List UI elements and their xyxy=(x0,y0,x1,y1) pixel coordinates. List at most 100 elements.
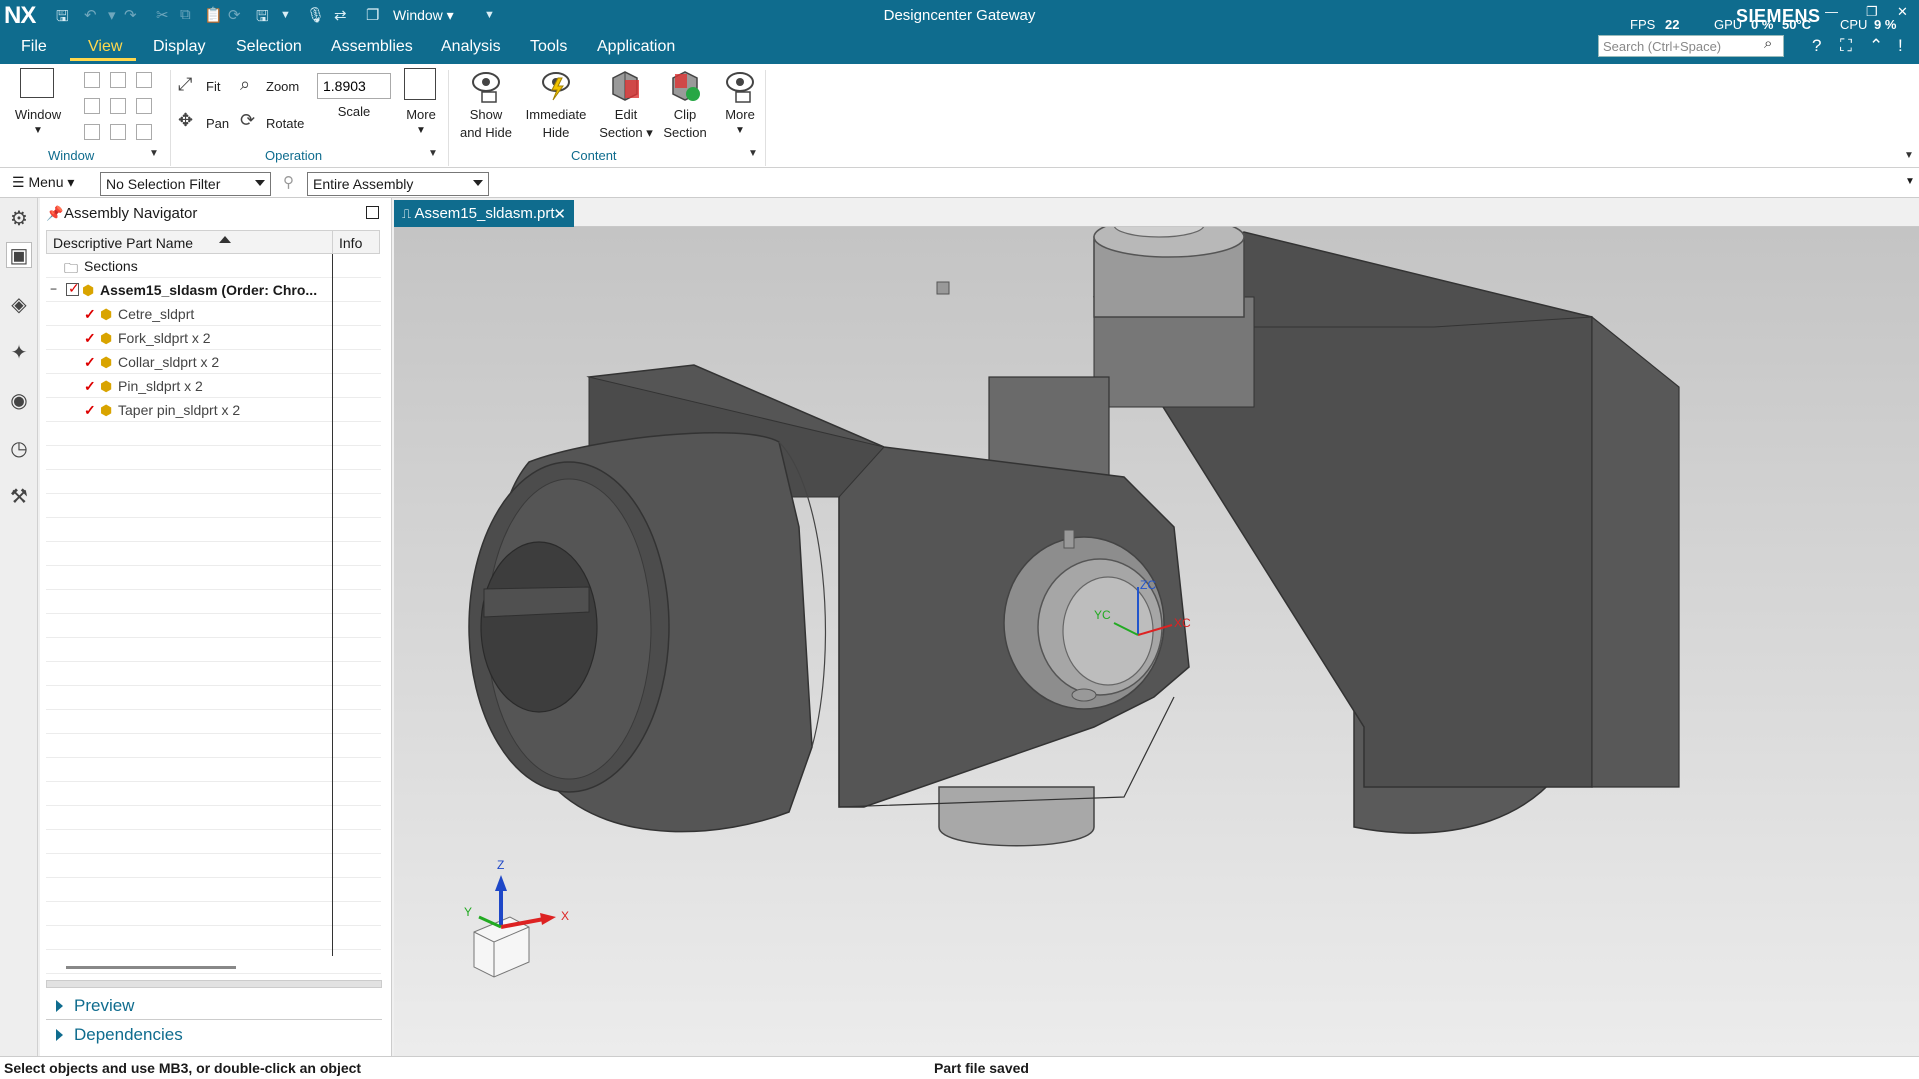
show-hide-label-1[interactable]: Show xyxy=(452,106,520,124)
selection-bar-options-icon[interactable]: ▼ xyxy=(1905,176,1915,187)
checkmark-icon[interactable]: ✓ xyxy=(84,354,96,371)
group-window-expand-icon[interactable]: ▼ xyxy=(149,148,159,159)
taper-pin[interactable] xyxy=(1063,529,1075,549)
menu-button[interactable]: ☰ Menu ▾ xyxy=(12,174,74,191)
more-content-dropdown-icon[interactable]: ▼ xyxy=(716,122,764,140)
tree-row-root-assembly[interactable]: − ✓ ⬢ Assem15_sldasm (Order: Chro... xyxy=(46,278,381,302)
undo-dropdown-icon[interactable]: ▾ xyxy=(108,6,116,24)
restore-icon[interactable]: ❐ xyxy=(1866,4,1878,20)
tree-row-part[interactable]: ✓ ⬢ Fork_sldprt x 2 xyxy=(46,326,381,350)
edit-section-label-2[interactable]: Section ▾ xyxy=(594,124,658,142)
checkmark-icon[interactable]: ✓ xyxy=(84,330,96,347)
bottom-collar[interactable] xyxy=(938,786,1095,847)
layout-split-vertical-icon[interactable] xyxy=(110,72,126,88)
window-menu[interactable]: Window ▾ xyxy=(393,7,454,24)
universal-joint-model[interactable]: ZC XC YC Z X Y xyxy=(394,227,1919,1056)
visibility-checkbox[interactable]: ✓ xyxy=(66,280,80,296)
touch-mode-icon[interactable]: ⇄ xyxy=(334,6,347,24)
repeat-icon[interactable]: ⟳ xyxy=(228,6,241,24)
horizontal-scrollbar[interactable] xyxy=(66,966,236,969)
tree-row-part[interactable]: ✓ ⬢ Taper pin_sldprt x 2 xyxy=(46,398,381,422)
quick-access-customize-icon[interactable]: ▼ xyxy=(484,9,495,21)
selection-filter-dropdown[interactable]: No Selection Filter xyxy=(100,172,271,196)
scale-input[interactable] xyxy=(317,73,391,99)
tree-row-part[interactable]: ✓ ⬢ Pin_sldprt x 2 xyxy=(46,374,381,398)
show-hide-icon[interactable] xyxy=(468,68,504,104)
menu-display[interactable]: Display xyxy=(153,38,205,56)
part-navigator-icon[interactable]: ◈ xyxy=(6,292,32,318)
pan-button[interactable]: Pan xyxy=(206,115,229,133)
save-as-icon[interactable]: 🖫 xyxy=(256,6,269,31)
column-header-name[interactable]: Descriptive Part Name xyxy=(46,230,333,254)
window-layout-icon[interactable] xyxy=(20,68,54,98)
menu-selection[interactable]: Selection xyxy=(236,38,302,56)
menu-view[interactable]: View xyxy=(88,38,122,56)
graphics-window[interactable]: ZC XC YC Z X Y xyxy=(394,227,1919,1056)
window-dropdown-icon[interactable]: ▼ xyxy=(8,122,68,140)
assembly-navigator-icon[interactable]: ▣ xyxy=(6,242,32,268)
minimize-icon[interactable]: — xyxy=(1825,4,1838,19)
redo-icon[interactable]: ↷ xyxy=(124,6,137,24)
settings-gear-icon[interactable]: ⚙ xyxy=(6,206,32,232)
web-browser-icon[interactable]: ◉ xyxy=(6,388,32,414)
layout-nine-icon[interactable] xyxy=(136,124,152,140)
undo-icon[interactable]: ↶ xyxy=(84,6,97,24)
roles-icon[interactable]: ⚒ xyxy=(6,484,32,510)
more-content-icon[interactable] xyxy=(722,68,758,104)
selection-scope-dropdown[interactable]: Entire Assembly xyxy=(307,172,489,196)
clip-section-label-1[interactable]: Clip xyxy=(656,106,714,124)
fit-icon[interactable]: ⤢ xyxy=(178,74,192,95)
collapse-ribbon-icon[interactable]: ⌃ xyxy=(1869,36,1883,56)
save-dropdown-icon[interactable]: ▼ xyxy=(280,9,291,21)
layout-three-icon[interactable] xyxy=(84,124,100,140)
tree-row-sections[interactable]: 🗀 Sections xyxy=(46,254,381,278)
menu-assemblies[interactable]: Assemblies xyxy=(331,38,413,56)
column-header-info[interactable]: Info xyxy=(332,230,380,254)
tree-row-part[interactable]: ✓ ⬢ Cetre_sldprt xyxy=(46,302,381,326)
preview-panel-toggle[interactable]: Preview xyxy=(46,992,382,1020)
command-search-input[interactable]: Search (Ctrl+Space) xyxy=(1598,35,1784,57)
search-icon[interactable]: ⌕ xyxy=(1764,35,1782,55)
column-divider[interactable] xyxy=(332,254,333,956)
filter-icon[interactable]: ⚲ xyxy=(283,173,294,191)
rotate-icon[interactable]: ⟳ xyxy=(240,110,255,131)
immediate-hide-label-1[interactable]: Immediate xyxy=(520,106,592,124)
paste-icon[interactable]: 📋 xyxy=(204,6,223,24)
pan-icon[interactable]: ✥ xyxy=(178,110,193,131)
navigator-splitter[interactable] xyxy=(46,980,382,988)
clip-section-icon[interactable] xyxy=(667,68,703,104)
fullscreen-icon[interactable]: ⛶ xyxy=(1840,36,1852,56)
checkmark-icon[interactable]: ✓ xyxy=(84,306,96,323)
menu-file[interactable]: File xyxy=(21,38,47,56)
group-content-expand-icon[interactable]: ▼ xyxy=(748,148,758,159)
show-hide-label-2[interactable]: and Hide xyxy=(452,124,520,142)
edit-section-icon[interactable] xyxy=(607,68,643,104)
document-tab[interactable]: ⎍ Assem15_sldasm.prt ✕ xyxy=(394,200,574,227)
ribbon-options-icon[interactable]: ▼ xyxy=(1904,150,1914,161)
layout-l-icon[interactable] xyxy=(84,98,100,114)
more-operation-icon[interactable] xyxy=(404,68,436,100)
view-triad[interactable]: Z X Y xyxy=(464,858,569,978)
fit-button[interactable]: Fit xyxy=(206,78,220,96)
layout-six-icon[interactable] xyxy=(110,124,126,140)
constraint-navigator-icon[interactable]: ✦ xyxy=(6,340,32,366)
group-operation-expand-icon[interactable]: ▼ xyxy=(428,148,438,159)
checkmark-icon[interactable]: ✓ xyxy=(84,402,96,419)
history-icon[interactable]: ◷ xyxy=(6,436,32,462)
clip-section-label-2[interactable]: Section xyxy=(656,124,714,142)
more-operation-dropdown-icon[interactable]: ▼ xyxy=(398,122,444,140)
close-tab-icon[interactable]: ✕ xyxy=(553,205,566,223)
immediate-hide-icon[interactable] xyxy=(538,68,574,104)
save-icon[interactable]: 🖫 xyxy=(56,6,69,31)
immediate-hide-label-2[interactable]: Hide xyxy=(520,124,592,142)
checkmark-icon[interactable]: ✓ xyxy=(84,378,96,395)
navigator-pin-icon[interactable]: 📌 xyxy=(46,205,63,222)
layout-split-horizontal-icon[interactable] xyxy=(136,72,152,88)
layout-four-icon[interactable] xyxy=(110,98,126,114)
zoom-icon[interactable]: ⌕ xyxy=(240,74,250,95)
menu-analysis[interactable]: Analysis xyxy=(441,38,501,56)
copy-icon[interactable]: ⧉ xyxy=(180,6,191,23)
zoom-button[interactable]: Zoom xyxy=(266,78,299,96)
layout-single-icon[interactable] xyxy=(84,72,100,88)
pin[interactable] xyxy=(1062,576,1154,686)
